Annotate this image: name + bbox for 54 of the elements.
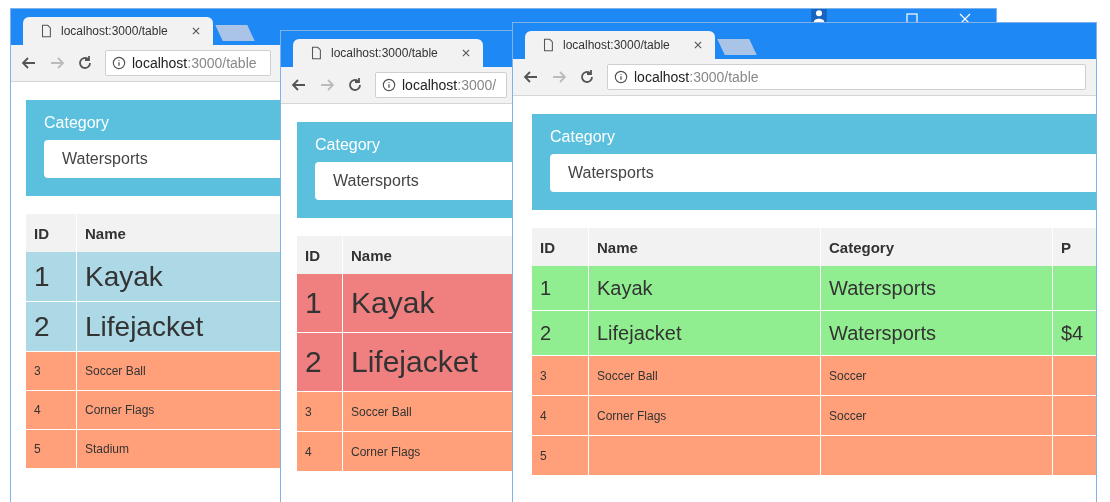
table-cell-text: 1 <box>539 275 553 301</box>
info-icon <box>112 56 126 70</box>
table-cell-text: 1 <box>304 285 323 321</box>
column-header: ID <box>304 245 321 266</box>
table-cell-text: 5 <box>539 447 548 465</box>
table-cell-text: 2 <box>304 344 323 380</box>
reload-icon[interactable] <box>347 77 363 93</box>
table-cell: Kayak <box>588 266 820 310</box>
back-icon[interactable] <box>523 69 539 85</box>
browser-tab[interactable]: localhost:3000/table <box>525 31 715 59</box>
column-header: ID <box>33 223 50 244</box>
table-cell-text: 3 <box>304 403 313 421</box>
info-icon <box>382 78 396 92</box>
category-label: Category <box>550 128 616 146</box>
page-icon <box>39 24 53 38</box>
table-cell-text: 3 <box>33 363 42 380</box>
table-cell-text: 4 <box>33 402 42 419</box>
table-cell: Watersports <box>820 311 1052 355</box>
user-icon[interactable] <box>811 9 827 22</box>
table-cell-text: 2 <box>33 309 51 344</box>
back-icon[interactable] <box>291 77 307 93</box>
table-cell: Soccer <box>820 396 1052 435</box>
table-cell-text: 4 <box>539 407 548 425</box>
table-cell: Lifejacket <box>588 311 820 355</box>
browser-tab[interactable]: localhost:3000/table <box>23 17 213 45</box>
back-icon[interactable] <box>21 55 37 71</box>
table-cell: Soccer Ball <box>588 356 820 395</box>
table-cell: $4 <box>1052 311 1096 355</box>
table-cell: Soccer <box>820 356 1052 395</box>
category-select[interactable]: Watersports <box>315 162 515 200</box>
browser-tab[interactable]: localhost:3000/table <box>293 39 483 67</box>
table-cell-text: 3 <box>539 367 548 385</box>
table-cell: Watersports <box>820 266 1052 310</box>
category-label: Category <box>315 136 381 154</box>
column-header: ID <box>539 237 556 258</box>
address-bar[interactable]: localhost:3000/ <box>375 72 507 98</box>
page-icon <box>309 46 323 60</box>
close-icon[interactable] <box>693 40 703 50</box>
table-cell-text: 5 <box>33 441 42 458</box>
close-icon[interactable] <box>191 26 201 36</box>
close-icon[interactable] <box>461 48 471 58</box>
table-cell: Corner Flags <box>588 396 820 435</box>
table-cell-text: 2 <box>539 320 553 346</box>
reload-icon[interactable] <box>579 69 595 85</box>
table-cell-text: 4 <box>304 443 313 461</box>
table-cell-text: 1 <box>33 259 51 294</box>
category-select[interactable]: Watersports <box>44 140 281 178</box>
reload-icon[interactable] <box>77 55 93 71</box>
address-bar[interactable]: localhost:3000/table <box>105 50 271 76</box>
info-icon <box>614 70 628 84</box>
page-icon <box>541 38 555 52</box>
category-select[interactable]: Watersports <box>550 154 1096 192</box>
address-bar[interactable]: localhost:3000/table <box>607 64 1086 90</box>
category-label: Category <box>44 114 110 132</box>
